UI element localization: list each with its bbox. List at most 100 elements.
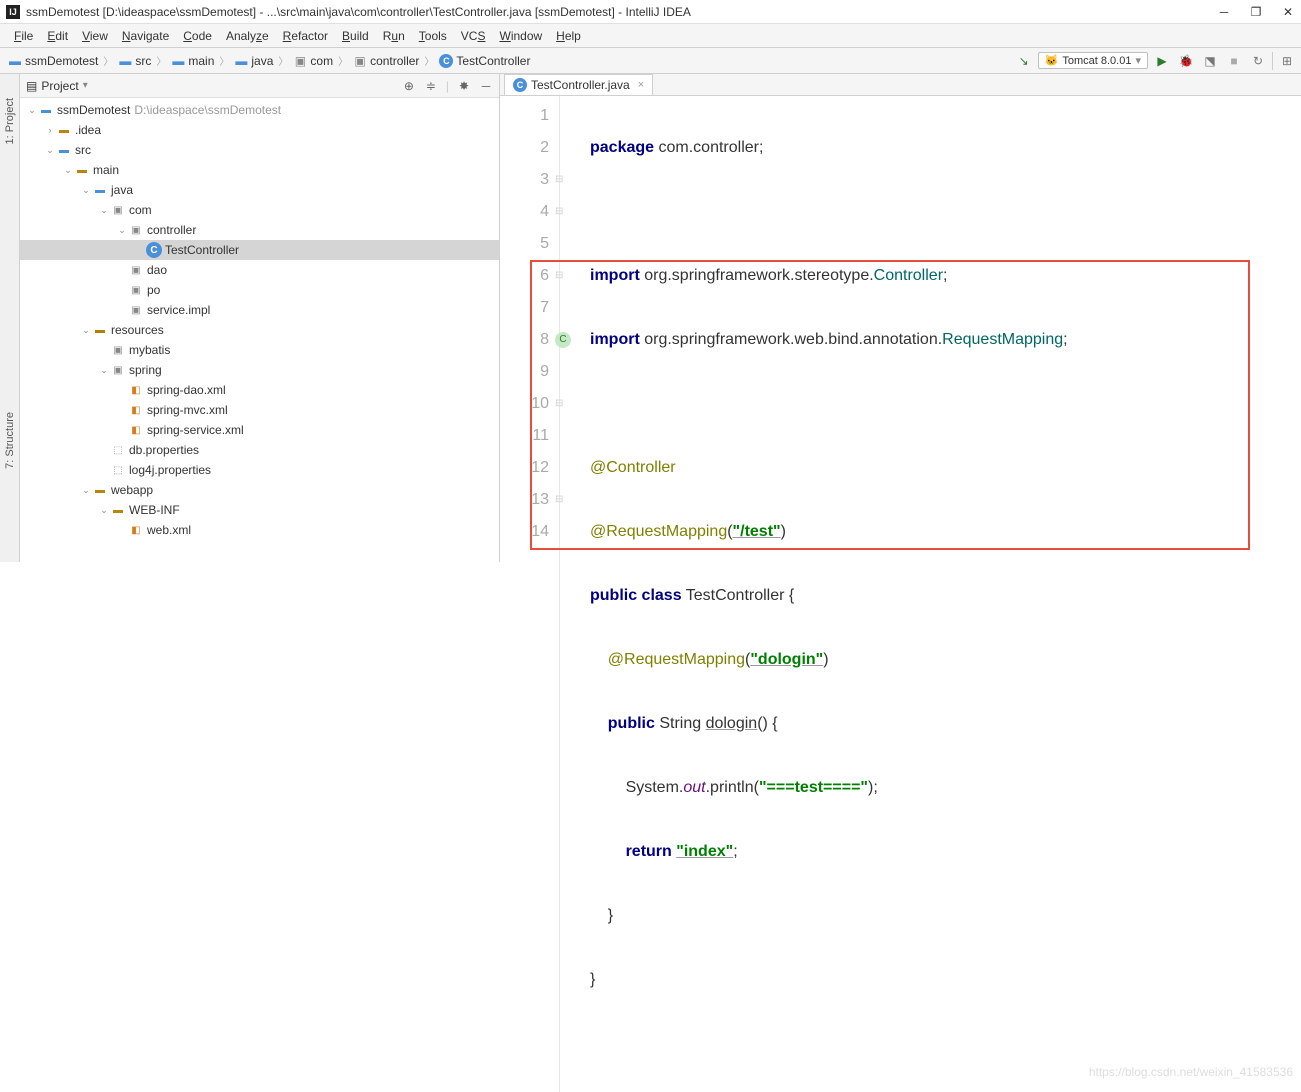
project-tree[interactable]: ⌄▬ssmDemotestD:\ideaspace\ssmDemotest›▬.…: [20, 98, 499, 562]
line-gutter: 1234567891011121314: [500, 96, 560, 1092]
expand-icon[interactable]: ⌄: [98, 365, 110, 376]
code-editor[interactable]: 1234567891011121314 ⊟ ⊟ ⊟ C ⊟ ⊟ package …: [500, 96, 1301, 1092]
tree-item-java[interactable]: ⌄▬java: [20, 180, 499, 200]
expand-icon[interactable]: ›: [44, 125, 56, 135]
run-button[interactable]: ▶: [1152, 51, 1172, 71]
tree-item-controller[interactable]: ⌄▣controller: [20, 220, 499, 240]
tree-item-com[interactable]: ⌄▣com: [20, 200, 499, 220]
tree-item-spring-mvc-xml[interactable]: ◧spring-mvc.xml: [20, 400, 499, 420]
update-button[interactable]: ↻: [1248, 51, 1268, 71]
tree-item-dao[interactable]: ▣dao: [20, 260, 499, 280]
navigation-toolbar: ▬ssmDemotest〉 ▬src〉 ▬main〉 ▬java〉 ▣com〉 …: [0, 48, 1301, 74]
close-tab-icon[interactable]: ×: [638, 79, 644, 91]
menu-navigate[interactable]: Navigate: [116, 27, 175, 45]
expand-icon[interactable]: ⌄: [98, 205, 110, 216]
bc-src[interactable]: ▬src: [114, 52, 155, 70]
tree-item-src[interactable]: ⌄▬src: [20, 140, 499, 160]
tree-item-resources[interactable]: ⌄▬resources: [20, 320, 499, 340]
build-button[interactable]: ↘: [1014, 51, 1034, 71]
expand-icon[interactable]: ⌄: [116, 225, 128, 236]
maximize-button[interactable]: ❐: [1249, 5, 1263, 19]
xml-icon: ◧: [128, 382, 144, 398]
folder-icon: ▬: [92, 182, 108, 198]
tree-item-log4j-properties[interactable]: ⬚log4j.properties: [20, 460, 499, 480]
settings-icon[interactable]: ✸: [457, 79, 471, 93]
tree-item-spring-dao-xml[interactable]: ◧spring-dao.xml: [20, 380, 499, 400]
code-content[interactable]: package com.controller; import org.sprin…: [560, 96, 1301, 1092]
class-icon: C: [439, 54, 453, 68]
tree-label: com: [129, 203, 152, 217]
scroll-to-source-icon[interactable]: ⊕: [402, 79, 416, 93]
menu-code[interactable]: Code: [177, 27, 218, 45]
tree-label: spring-dao.xml: [147, 383, 226, 397]
tree-item-WEB-INF[interactable]: ⌄▬WEB-INF: [20, 500, 499, 520]
expand-icon[interactable]: ⌄: [62, 165, 74, 176]
folder-icon: ▬: [56, 142, 72, 158]
hide-icon[interactable]: ─: [479, 79, 493, 93]
menu-vcs[interactable]: VCS: [455, 27, 492, 45]
bc-java[interactable]: ▬java: [230, 52, 277, 70]
minimize-button[interactable]: ─: [1217, 5, 1231, 19]
bc-ssmDemotest[interactable]: ▬ssmDemotest: [4, 52, 102, 70]
tree-item-db-properties[interactable]: ⬚db.properties: [20, 440, 499, 460]
tree-item-mybatis[interactable]: ▣mybatis: [20, 340, 499, 360]
project-tool-tab[interactable]: 1: Project: [2, 94, 18, 148]
tree-item-service-impl[interactable]: ▣service.impl: [20, 300, 499, 320]
tree-item-web-xml[interactable]: ◧web.xml: [20, 520, 499, 540]
xml-icon: ◧: [128, 522, 144, 538]
menu-refactor[interactable]: Refactor: [277, 27, 334, 45]
bc-controller[interactable]: ▣controller: [349, 52, 423, 70]
tree-item-main[interactable]: ⌄▬main: [20, 160, 499, 180]
menu-help[interactable]: Help: [550, 27, 587, 45]
bc-com[interactable]: ▣com: [289, 52, 337, 70]
expand-icon[interactable]: ⌄: [80, 485, 92, 496]
coverage-button[interactable]: ⬔: [1200, 51, 1220, 71]
structure-tool-tab[interactable]: 7: Structure: [2, 408, 18, 473]
expand-icon[interactable]: ⌄: [44, 145, 56, 156]
tree-item-spring-service-xml[interactable]: ◧spring-service.xml: [20, 420, 499, 440]
run-config-select[interactable]: 🐱Tomcat 8.0.01▾: [1038, 52, 1148, 69]
bc-main[interactable]: ▬main: [167, 52, 218, 70]
stop-button[interactable]: ■: [1224, 51, 1244, 71]
menu-build[interactable]: Build: [336, 27, 375, 45]
bc-testcontroller[interactable]: CTestController: [435, 52, 534, 70]
expand-icon[interactable]: ⌄: [80, 325, 92, 336]
debug-button[interactable]: 🐞: [1176, 51, 1196, 71]
editor-tab[interactable]: C TestController.java ×: [504, 74, 653, 95]
breadcrumb: ▬ssmDemotest〉 ▬src〉 ▬main〉 ▬java〉 ▣com〉 …: [4, 52, 1014, 70]
menubar: File Edit View Navigate Code Analyze Ref…: [0, 24, 1301, 48]
package-icon: ▣: [128, 302, 144, 318]
menu-view[interactable]: View: [76, 27, 114, 45]
search-button[interactable]: ⊞: [1277, 51, 1297, 71]
expand-icon[interactable]: ⌄: [80, 185, 92, 196]
menu-tools[interactable]: Tools: [413, 27, 453, 45]
tree-item-spring[interactable]: ⌄▣spring: [20, 360, 499, 380]
tree-item-po[interactable]: ▣po: [20, 280, 499, 300]
class-icon: C: [146, 242, 162, 258]
collapse-all-icon[interactable]: ≑: [424, 79, 438, 93]
tree-item-ssmDemotest[interactable]: ⌄▬ssmDemotestD:\ideaspace\ssmDemotest: [20, 100, 499, 120]
tree-item--idea[interactable]: ›▬.idea: [20, 120, 499, 140]
close-button[interactable]: ✕: [1281, 5, 1295, 19]
menu-window[interactable]: Window: [493, 27, 548, 45]
folder-icon: ▬: [8, 54, 22, 68]
package-icon: ▣: [110, 342, 126, 358]
app-icon: IJ: [6, 5, 20, 19]
folder-icon: ▬: [74, 162, 90, 178]
expand-icon[interactable]: ⌄: [26, 105, 38, 116]
menu-file[interactable]: File: [8, 27, 39, 45]
tree-label: TestController: [165, 243, 239, 257]
folder-icon: ▬: [38, 102, 54, 118]
tree-label: webapp: [111, 483, 153, 497]
menu-edit[interactable]: Edit: [41, 27, 74, 45]
tree-label: src: [75, 143, 91, 157]
menu-run[interactable]: Run: [377, 27, 411, 45]
tree-item-TestController[interactable]: CTestController: [20, 240, 499, 260]
expand-icon[interactable]: ⌄: [98, 505, 110, 516]
tree-item-webapp[interactable]: ⌄▬webapp: [20, 480, 499, 500]
xml-icon: ◧: [128, 402, 144, 418]
tree-label: main: [93, 163, 119, 177]
package-icon: ▣: [353, 54, 367, 68]
tree-label: web.xml: [147, 523, 191, 537]
menu-analyze[interactable]: Analyze: [220, 27, 275, 45]
